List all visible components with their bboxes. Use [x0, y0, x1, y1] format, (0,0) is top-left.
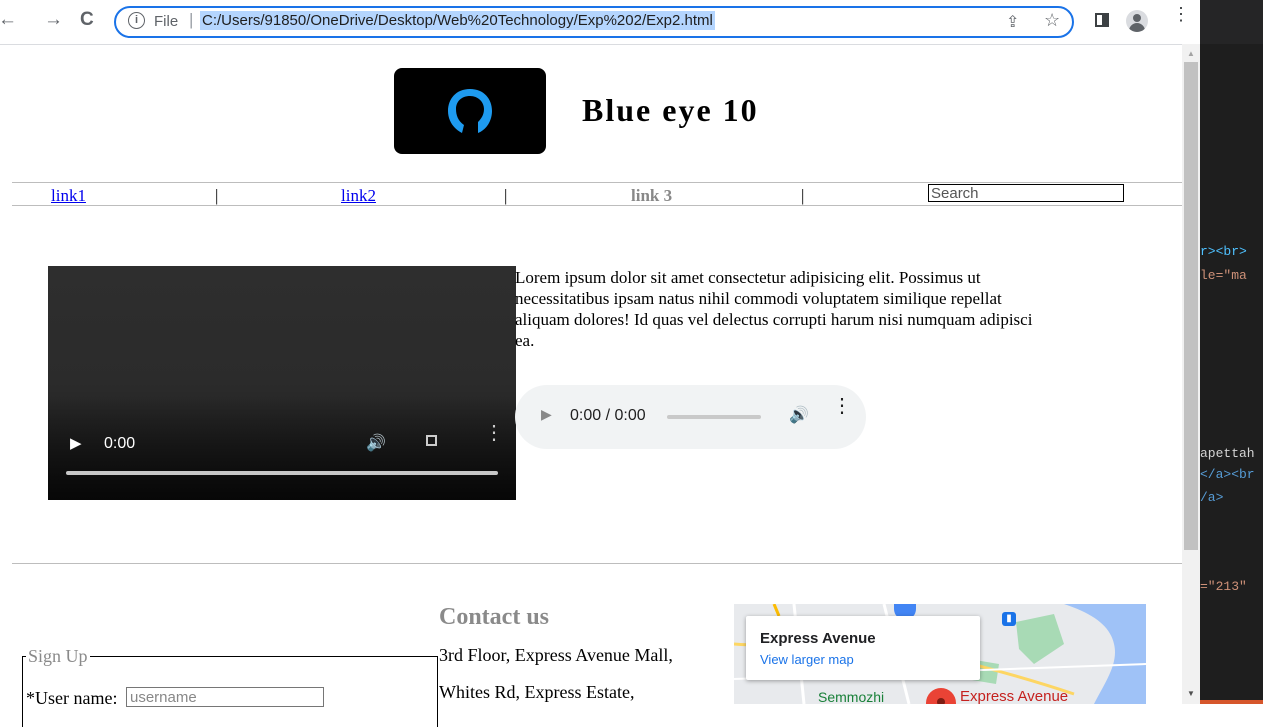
nav-separator: |	[504, 186, 508, 205]
more-options-icon[interactable]: ⋮	[484, 423, 504, 443]
video-progress-bar[interactable]	[66, 471, 498, 475]
more-options-icon[interactable]: ⋮	[832, 396, 852, 416]
audio-time: 0:00 / 0:00	[570, 407, 646, 424]
browser-menu-icon[interactable]: ⋮	[1172, 5, 1190, 23]
address-bar[interactable]: i File | C:/Users/91850/OneDrive/Desktop…	[114, 6, 1074, 38]
code-line: apettah	[1200, 446, 1255, 461]
map-label: Semmozhi	[818, 689, 885, 704]
play-icon[interactable]: ▶	[541, 407, 552, 423]
nav-separator: |	[215, 186, 219, 205]
video-player[interactable]: ▶ 0:00 🔊 ⋮	[48, 266, 516, 500]
view-larger-map-link[interactable]: View larger map	[760, 652, 854, 667]
address-separator: |	[189, 10, 194, 29]
site-title: Blue eye 10	[582, 92, 759, 128]
scroll-up-arrow-icon[interactable]: ▲	[1187, 49, 1195, 58]
head-silhouette-icon	[448, 89, 492, 133]
fullscreen-icon[interactable]	[426, 435, 437, 446]
nav-link1[interactable]: link1	[51, 186, 86, 206]
nav-link3[interactable]: link 3	[631, 186, 672, 206]
location-pin-dot	[937, 698, 945, 704]
code-line: r><br>	[1200, 244, 1247, 259]
code-line: le="ma	[1200, 268, 1247, 283]
audio-player[interactable]: ▶ 0:00 / 0:00 🔊 ⋮	[515, 385, 866, 449]
url-text[interactable]: C:/Users/91850/OneDrive/Desktop/Web%20Te…	[200, 11, 715, 30]
page-scrollbar[interactable]: ▲ ▼	[1182, 44, 1200, 704]
volume-icon[interactable]: 🔊	[366, 433, 386, 452]
map-place-name: Express Avenue	[760, 630, 876, 647]
volume-icon[interactable]: 🔊	[789, 405, 809, 424]
code-line: /a>	[1200, 490, 1224, 505]
video-time: 0:00	[104, 435, 136, 452]
search-input[interactable]	[928, 184, 1124, 202]
address-line: Whites Rd, Express Estate,	[439, 682, 635, 702]
map-info-card: Express Avenue View larger map	[746, 616, 980, 680]
section-divider	[12, 563, 1182, 564]
audio-progress-bar[interactable]	[667, 415, 761, 419]
share-icon[interactable]: ⇪	[1006, 12, 1019, 32]
nav-separator: |	[801, 186, 805, 205]
devtools-toolbar	[1200, 0, 1263, 44]
address-line: 3rd Floor, Express Avenue Mall,	[439, 645, 673, 665]
nav-bar: link1 | link2 | link 3 |	[12, 182, 1182, 206]
media-description: Lorem ipsum dolor sit amet consectetur a…	[515, 268, 1033, 350]
map-label: Express Avenue	[960, 688, 1069, 704]
username-label: *User name:	[26, 688, 118, 708]
scroll-thumb[interactable]	[1184, 62, 1198, 550]
nav-link2[interactable]: link2	[341, 186, 376, 206]
play-icon[interactable]: ▶	[70, 434, 82, 452]
signup-legend: Sign Up	[26, 646, 90, 667]
browser-toolbar: ← → C i File | C:/Users/91850/OneDrive/D…	[0, 0, 1200, 45]
bookmark-star-icon[interactable]: ☆	[1044, 10, 1060, 31]
devtools-status-bar	[1200, 700, 1263, 704]
devtools-panel: r><br> le="ma apettah </a><br /a> ="213"	[1200, 0, 1263, 704]
side-panel-icon[interactable]	[1095, 13, 1109, 27]
forward-icon[interactable]: →	[44, 9, 63, 31]
code-line: </a><br	[1200, 467, 1255, 482]
nav-bottom-divider	[12, 205, 1182, 206]
reload-icon[interactable]: C	[80, 9, 94, 31]
back-icon[interactable]: ←	[0, 9, 17, 31]
info-icon[interactable]: i	[128, 12, 145, 29]
scroll-down-arrow-icon[interactable]: ▼	[1187, 689, 1195, 698]
file-label: File	[154, 13, 179, 30]
profile-icon[interactable]	[1126, 10, 1148, 32]
site-logo	[394, 68, 546, 154]
contact-title: Contact us	[439, 604, 550, 630]
embedded-map[interactable]: ▮ Express Avenue View larger map Semmozh…	[734, 604, 1146, 704]
username-input[interactable]	[126, 687, 324, 707]
code-line: ="213"	[1200, 579, 1247, 594]
transit-icon: ▮	[1002, 612, 1016, 626]
